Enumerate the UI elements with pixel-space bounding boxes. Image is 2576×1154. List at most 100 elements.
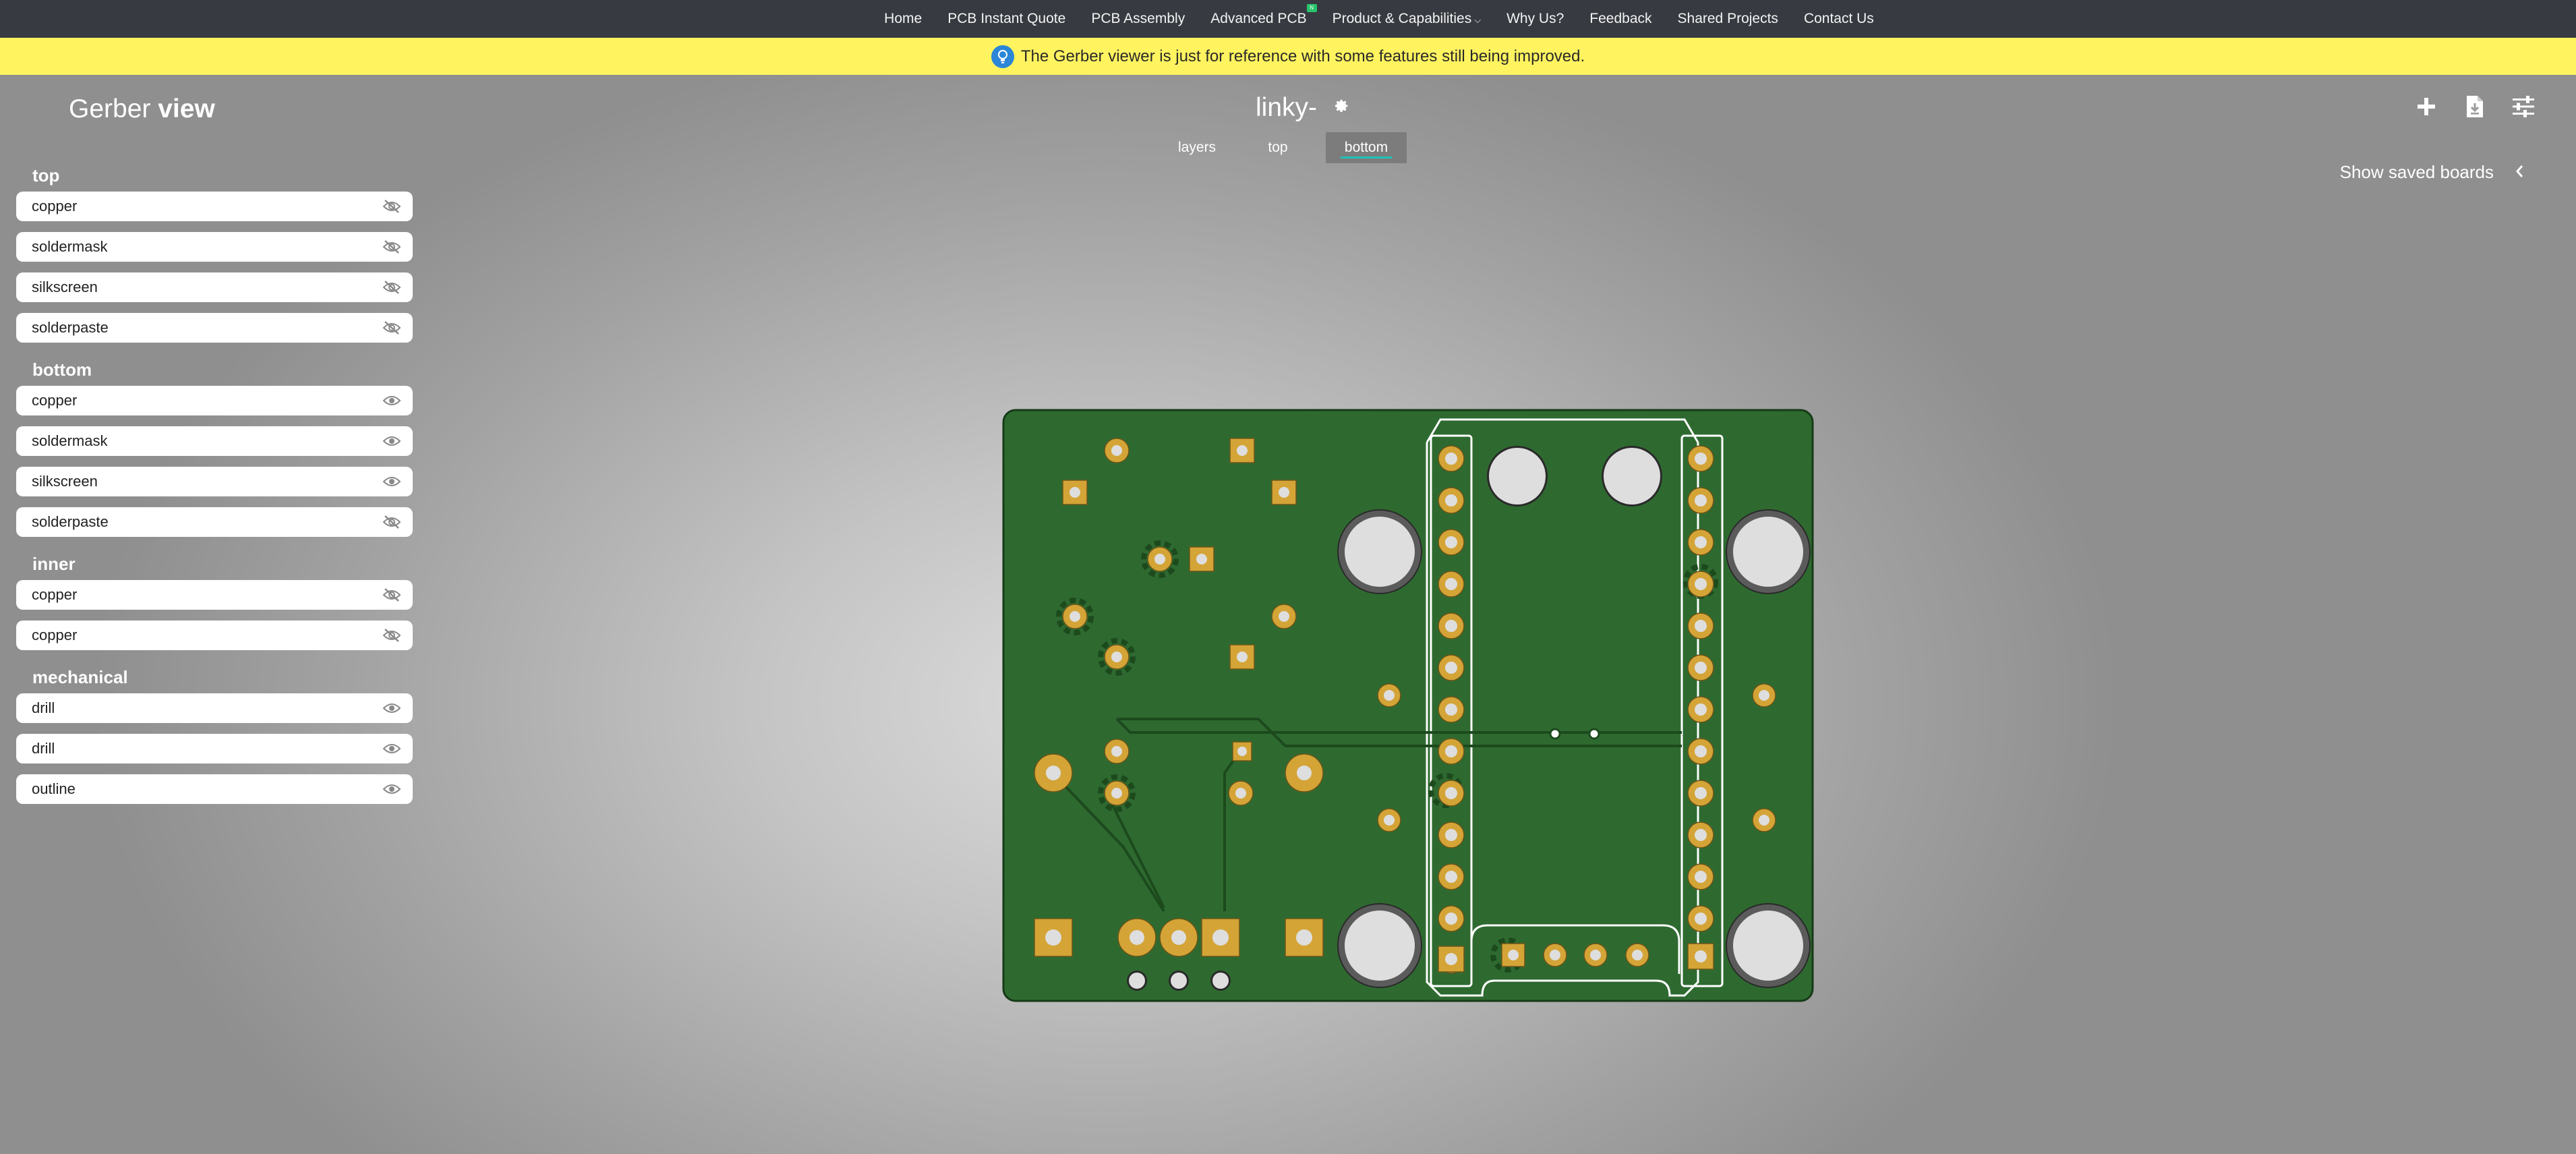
drill-hole: [1279, 611, 1289, 622]
drill-hole: [1445, 745, 1457, 757]
drill-hole: [1759, 815, 1769, 826]
layer-row-top-solderpaste[interactable]: solderpaste: [16, 313, 413, 343]
layer-row-top-copper[interactable]: copper: [16, 192, 413, 221]
lightbulb-icon: [991, 45, 1014, 68]
drill-hole: [1695, 494, 1707, 507]
new-badge: N: [1306, 4, 1317, 12]
layer-row-bottom-silkscreen[interactable]: silkscreen: [16, 467, 413, 496]
notice-banner: The Gerber viewer is just for reference …: [0, 38, 2576, 75]
drill-hole: [1445, 494, 1457, 507]
via: [1588, 728, 1600, 740]
drill-hole: [1445, 578, 1457, 590]
layer-label: drill: [32, 740, 55, 757]
drill-hole: [1154, 554, 1165, 565]
show-saved-boards-label: Show saved boards: [2339, 162, 2494, 182]
layer-label: copper: [32, 392, 78, 409]
drill-hole: [1695, 745, 1707, 757]
layer-label: silkscreen: [32, 279, 98, 295]
nav-advanced-pcb[interactable]: Advanced PCB N: [1198, 4, 1319, 27]
drill-hole: [1445, 829, 1457, 841]
eye-off-icon[interactable]: [382, 628, 402, 643]
nav-home[interactable]: Home: [871, 11, 935, 27]
layer-label: copper: [32, 627, 78, 643]
drill-hole: [1445, 703, 1457, 716]
drill-hole: [1445, 453, 1457, 465]
drill-hole: [1550, 950, 1560, 960]
drill-hole: [1695, 620, 1707, 632]
chevron-left-icon: [2515, 162, 2523, 183]
layer-row-bottom-copper[interactable]: copper: [16, 386, 413, 415]
tab-top[interactable]: top: [1248, 132, 1308, 163]
drill-hole: [1045, 929, 1061, 946]
chevron-down-icon: ⌵: [1474, 15, 1482, 25]
layer-row-outline[interactable]: outline: [16, 774, 413, 804]
layer-label: soldermask: [32, 238, 108, 255]
eye-off-icon[interactable]: [382, 587, 402, 602]
drill-hole: [1279, 487, 1289, 498]
layer-row-bottom-soldermask[interactable]: soldermask: [16, 426, 413, 456]
drill-hole: [1111, 445, 1122, 456]
nav-why-us[interactable]: Why Us?: [1494, 11, 1577, 27]
layer-label: copper: [32, 586, 78, 603]
eye-icon[interactable]: [382, 741, 402, 756]
eye-icon[interactable]: [382, 434, 402, 449]
nav-feedback[interactable]: Feedback: [1577, 11, 1664, 27]
nav-pcb-instant-quote[interactable]: PCB Instant Quote: [935, 11, 1078, 27]
drill-hole: [1345, 911, 1415, 981]
drill-hole: [1695, 536, 1707, 548]
drill-hole: [1237, 652, 1248, 662]
drill-hole: [1695, 453, 1707, 465]
show-saved-boards-button[interactable]: Show saved boards: [2340, 162, 2523, 183]
drill-hole: [1489, 448, 1546, 504]
drill-hole: [1296, 929, 1312, 946]
sliders-icon[interactable]: [2511, 94, 2536, 119]
layer-label: copper: [32, 198, 78, 214]
layer-row-drill-2[interactable]: drill: [16, 734, 413, 763]
eye-icon[interactable]: [382, 393, 402, 408]
drill-hole: [1445, 620, 1457, 632]
layer-row-inner-copper-1[interactable]: copper: [16, 580, 413, 610]
drill-hole: [1695, 871, 1707, 883]
gear-icon[interactable]: [1335, 98, 1349, 117]
drill-hole: [1445, 953, 1457, 965]
eye-off-icon[interactable]: [382, 320, 402, 335]
drill-hole: [1171, 930, 1186, 945]
drill-hole: [1237, 747, 1247, 756]
drill-hole: [1070, 487, 1080, 498]
drill-hole: [1695, 950, 1707, 962]
drill-hole: [1759, 690, 1769, 701]
drill-hole: [1297, 766, 1312, 780]
eye-off-icon[interactable]: [382, 515, 402, 529]
eye-icon[interactable]: [382, 782, 402, 797]
download-file-icon[interactable]: [2463, 94, 2487, 119]
layer-row-top-silkscreen[interactable]: silkscreen: [16, 272, 413, 302]
layer-row-inner-copper-2[interactable]: copper: [16, 621, 413, 650]
drill-hole: [1445, 913, 1457, 925]
app-title: Gerber view: [69, 94, 215, 123]
layer-row-top-soldermask[interactable]: soldermask: [16, 232, 413, 262]
board-name: linky-: [1256, 93, 1318, 122]
pcb-render[interactable]: [1002, 409, 1814, 1002]
nav-product-capabilities[interactable]: Product & Capabilities ⌵: [1320, 11, 1494, 27]
nav-contact-us[interactable]: Contact Us: [1791, 11, 1887, 27]
tab-bottom[interactable]: bottom: [1326, 132, 1407, 163]
nav-shared-projects[interactable]: Shared Projects: [1665, 11, 1791, 27]
layer-group-title: top: [32, 165, 60, 185]
nav-pcb-assembly[interactable]: PCB Assembly: [1078, 11, 1198, 27]
notice-text: The Gerber viewer is just for reference …: [1020, 47, 1585, 65]
eye-icon[interactable]: [382, 474, 402, 489]
drill-hole: [1604, 448, 1660, 504]
layer-label: soldermask: [32, 432, 108, 449]
layer-row-bottom-solderpaste[interactable]: solderpaste: [16, 507, 413, 537]
tab-layers[interactable]: layers: [1167, 132, 1227, 163]
drill-hole: [1445, 536, 1457, 548]
eye-icon[interactable]: [382, 701, 402, 716]
eye-off-icon[interactable]: [382, 199, 402, 214]
plus-icon[interactable]: [2414, 94, 2438, 119]
layer-row-drill-1[interactable]: drill: [16, 693, 413, 723]
drill-hole: [1695, 787, 1707, 799]
eye-off-icon[interactable]: [382, 280, 402, 295]
eye-off-icon[interactable]: [382, 239, 402, 254]
drill-hole: [1070, 611, 1080, 622]
drill-hole: [1111, 746, 1122, 757]
